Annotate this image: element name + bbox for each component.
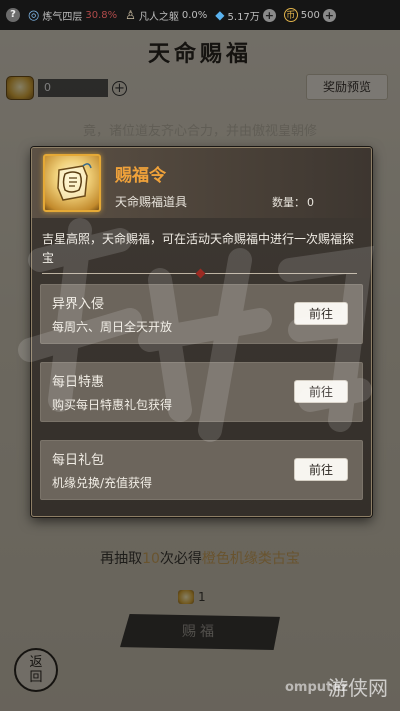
figure-icon: ♙ <box>125 8 136 22</box>
coin-icon: 币 <box>283 8 298 22</box>
gem-count: 5.17万 <box>227 11 260 23</box>
realm-label: 凡人之躯 <box>138 11 179 23</box>
source-card-daily-deal: 每日特惠 购买每日特惠礼包获得 前往 <box>40 362 363 422</box>
gem-icon: ◆ <box>215 8 225 22</box>
source-card-invasion: 异界入侵 每周六、周日全天开放 前往 <box>40 284 363 344</box>
goto-button[interactable]: 前往 <box>294 458 348 481</box>
gem-stat[interactable]: ◆ 5.17万 + <box>215 8 276 23</box>
goto-button[interactable]: 前往 <box>294 380 348 403</box>
item-quantity: 数量： 0 <box>270 194 314 210</box>
realm-percent: 0.0% <box>181 9 208 21</box>
item-type: 天命赐福道具 <box>115 195 188 209</box>
item-name: 赐福令 <box>115 166 166 186</box>
source-desc: 机缘兑换/充值获得 <box>52 476 153 490</box>
source-title: 每日礼包 <box>52 453 105 468</box>
quantity-label: 数量： <box>272 196 305 209</box>
quantity-value: 0 <box>307 196 314 209</box>
add-gems-icon[interactable]: + <box>262 8 276 22</box>
source-card-daily-pack: 每日礼包 机缘兑换/充值获得 前往 <box>40 440 363 500</box>
item-info-panel: 赐福令 天命赐福道具 数量： 0 吉星高照，天命赐福，可在活动天命赐福中进行一次赐… <box>31 147 372 517</box>
divider-ornament <box>195 268 206 279</box>
item-icon <box>43 154 101 212</box>
source-desc: 每周六、周日全天开放 <box>52 320 173 334</box>
help-icon[interactable]: ? <box>6 8 20 22</box>
cultivation-stat: ◎ 炼气四层 30.8% <box>28 8 117 23</box>
add-coins-icon[interactable]: + <box>322 8 336 22</box>
token-seal-icon <box>57 163 92 201</box>
source-desc: 购买每日特惠礼包获得 <box>52 398 173 412</box>
item-description: 吉星高照，天命赐福，可在活动天命赐福中进行一次赐福探宝 <box>42 232 355 265</box>
source-title: 异界入侵 <box>52 297 105 312</box>
realm-stat: ♙ 凡人之躯 0.0% <box>125 8 207 23</box>
goto-button[interactable]: 前往 <box>294 302 348 325</box>
cultivation-percent: 30.8% <box>85 9 118 21</box>
coin-stat[interactable]: 币 500 + <box>283 8 336 22</box>
cultivation-label: 炼气四层 <box>42 11 83 23</box>
coin-count: 500 <box>300 9 320 21</box>
source-title: 每日特惠 <box>52 375 105 390</box>
status-bar: ? ◎ 炼气四层 30.8% ♙ 凡人之躯 0.0% ◆ 5.17万 + 币 5… <box>0 0 400 30</box>
swirl-icon: ◎ <box>28 7 40 23</box>
